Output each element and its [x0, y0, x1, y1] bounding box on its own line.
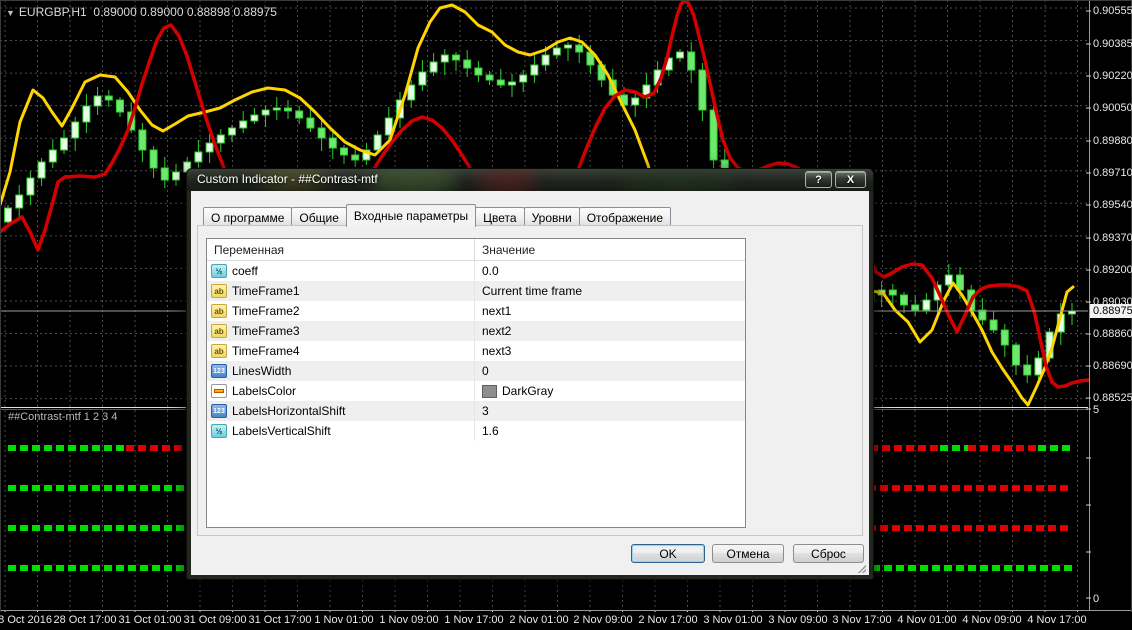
- tab-bar: О программе Общие Входные параметры Цвета Ур…: [203, 204, 672, 227]
- tab-входные-параметры[interactable]: Входные параметры: [345, 204, 477, 227]
- price-label: 0.89200: [1093, 264, 1132, 276]
- param-name: coeff: [232, 264, 258, 278]
- time-label: 4 Nov 09:00: [962, 614, 1022, 626]
- price-label: 0.89030: [1093, 296, 1132, 308]
- time-axis[interactable]: 28 Oct 201628 Oct 17:0031 Oct 01:0031 Oc…: [0, 612, 1132, 630]
- time-label: 3 Nov 01:00: [703, 614, 763, 626]
- price-label: 0.90555: [1093, 5, 1132, 17]
- param-row-TimeFrame3[interactable]: ab TimeFrame3 next2: [207, 321, 745, 341]
- param-value[interactable]: next1: [474, 301, 745, 321]
- price-label: 0.89540: [1093, 199, 1132, 211]
- tab-уровни[interactable]: Уровни: [523, 207, 580, 227]
- сброс-button[interactable]: Сброс: [793, 544, 864, 563]
- half-type-icon: ½: [211, 264, 227, 278]
- time-label: 4 Nov 17:00: [1027, 614, 1087, 626]
- ab-type-icon: ab: [211, 304, 227, 318]
- symbol-label: ▼ EURGBP,H1 0.89000 0.89000 0.88898 0.889…: [6, 5, 277, 19]
- param-value[interactable]: next2: [474, 321, 745, 341]
- time-label: 1 Nov 09:00: [379, 614, 439, 626]
- symbol-quotes: 0.89000 0.89000 0.88898 0.88975: [93, 5, 277, 19]
- terminal-window: ▼ EURGBP,H1 0.89000 0.89000 0.88898 0.889…: [0, 0, 1132, 630]
- param-name: LabelsVerticalShift: [232, 424, 331, 438]
- dialog-title: Custom Indicator - ##Contrast-mtf: [197, 172, 378, 186]
- time-label: 4 Nov 01:00: [897, 614, 957, 626]
- time-label: 2 Nov 01:00: [509, 614, 569, 626]
- param-row-LinesWidth[interactable]: 123 LinesWidth 0: [207, 361, 745, 381]
- subwindow-indicator-label: ##Contrast-mtf 1 2 3 4: [8, 411, 118, 423]
- param-row-TimeFrame1[interactable]: ab TimeFrame1 Current time frame: [207, 281, 745, 301]
- column-header-value: Значение: [474, 239, 745, 260]
- ab-type-icon: ab: [211, 344, 227, 358]
- param-row-LabelsColor[interactable]: LabelsColor DarkGray: [207, 381, 745, 401]
- tab-цвета[interactable]: Цвета: [475, 207, 525, 227]
- param-value[interactable]: next3: [474, 341, 745, 361]
- time-label: 3 Nov 09:00: [768, 614, 828, 626]
- param-name: TimeFrame2: [232, 304, 300, 318]
- tab-о-программе[interactable]: О программе: [203, 207, 293, 227]
- param-name: LabelsHorizontalShift: [232, 404, 346, 418]
- symbol-dropdown-icon[interactable]: ▼: [6, 8, 15, 18]
- param-name: LinesWidth: [232, 364, 292, 378]
- ab-type-icon: ab: [211, 324, 227, 338]
- color-type-icon: [211, 384, 227, 398]
- half-type-icon: ½: [211, 424, 227, 438]
- time-label: 31 Oct 17:00: [248, 614, 312, 626]
- column-header-variable: Переменная: [214, 242, 284, 257]
- custom-indicator-dialog: Custom Indicator - ##Contrast-mtf ? X О …: [186, 168, 874, 580]
- color-bar: [214, 389, 224, 393]
- price-label: 0.89710: [1093, 167, 1132, 179]
- time-label: 1 Nov 17:00: [444, 614, 504, 626]
- param-row-TimeFrame2[interactable]: ab TimeFrame2 next1: [207, 301, 745, 321]
- отмена-button[interactable]: Отмена: [712, 544, 784, 563]
- num-type-icon: 123: [211, 404, 227, 418]
- sub-scale-bottom: 0: [1093, 593, 1100, 605]
- time-label: 2 Nov 17:00: [638, 614, 698, 626]
- param-name: TimeFrame1: [232, 284, 300, 298]
- param-value[interactable]: 1.6: [474, 421, 745, 441]
- table-header: Переменная Значение: [207, 239, 745, 261]
- price-label: 0.90050: [1093, 102, 1132, 114]
- symbol-name: EURGBP,H1: [18, 5, 87, 19]
- param-name: TimeFrame3: [232, 324, 300, 338]
- price-label: 0.89370: [1093, 232, 1132, 244]
- price-label: 0.88525: [1093, 392, 1132, 404]
- price-label: 0.88860: [1093, 328, 1132, 340]
- ab-type-icon: ab: [211, 284, 227, 298]
- color-swatch: [482, 384, 497, 398]
- param-value[interactable]: 0: [474, 361, 745, 381]
- time-label: 28 Oct 2016: [0, 614, 52, 626]
- price-label: 0.90220: [1093, 70, 1132, 82]
- price-label: 0.90385: [1093, 38, 1132, 50]
- help-button[interactable]: ?: [805, 171, 832, 188]
- sub-scale-top: 5: [1093, 404, 1100, 416]
- parameters-table[interactable]: Переменная Значение ½ coeff 0.0 ab TimeFrame…: [206, 238, 746, 528]
- param-value[interactable]: DarkGray: [474, 381, 745, 401]
- price-label: 0.89880: [1093, 135, 1132, 147]
- close-button[interactable]: X: [835, 171, 866, 188]
- num-type-icon: 123: [211, 364, 227, 378]
- param-value[interactable]: 0.0: [474, 261, 745, 281]
- param-value[interactable]: Current time frame: [474, 281, 745, 301]
- time-label: 31 Oct 09:00: [183, 614, 247, 626]
- param-row-TimeFrame4[interactable]: ab TimeFrame4 next3: [207, 341, 745, 361]
- price-label: 0.88690: [1093, 360, 1132, 372]
- ok-button[interactable]: OK: [631, 544, 705, 563]
- resize-grip[interactable]: [858, 565, 866, 573]
- param-row-LabelsVerticalShift[interactable]: ½ LabelsVerticalShift 1.6: [207, 421, 745, 441]
- param-value[interactable]: 3: [474, 401, 745, 421]
- param-name: LabelsColor: [232, 384, 297, 398]
- time-label: 31 Oct 01:00: [118, 614, 182, 626]
- time-label: 3 Nov 17:00: [832, 614, 892, 626]
- dialog-client-area: О программе Общие Входные параметры Цвета Ур…: [191, 191, 869, 575]
- param-name: TimeFrame4: [232, 344, 300, 358]
- time-label: 1 Nov 01:00: [314, 614, 374, 626]
- tab-отображение[interactable]: Отображение: [578, 207, 672, 227]
- time-label: 28 Oct 17:00: [53, 614, 117, 626]
- param-row-LabelsHorizontalShift[interactable]: 123 LabelsHorizontalShift 3: [207, 401, 745, 421]
- price-axis[interactable]: 0.88975 0.90555 0.90385 0.90220 0.90050 0.89…: [1090, 0, 1132, 610]
- tab-общие[interactable]: Общие: [291, 207, 347, 227]
- time-label: 2 Nov 09:00: [573, 614, 633, 626]
- param-row-coeff[interactable]: ½ coeff 0.0: [207, 261, 745, 281]
